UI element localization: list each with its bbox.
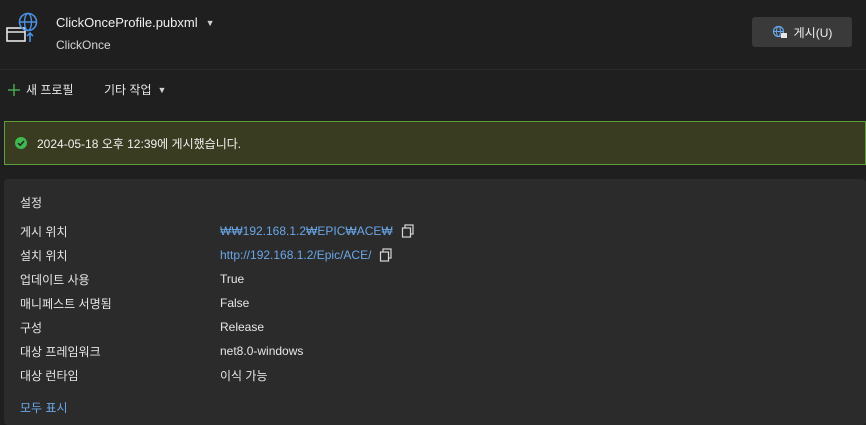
row-value: 이식 가능 — [220, 368, 268, 383]
other-actions-menu[interactable]: 기타 작업 ▼ — [104, 81, 166, 98]
row-label: 설치 위치 — [20, 248, 68, 263]
row-label: 업데이트 사용 — [20, 272, 90, 287]
settings-row-manifest-signed: 매니페스트 서명됨 False — [20, 294, 249, 312]
settings-row-publish-location: 게시 위치 ₩₩192.168.1.2₩EPIC₩ACE₩ — [20, 222, 415, 240]
check-circle-icon — [15, 137, 27, 149]
toolbar: 새 프로필 기타 작업 ▼ — [0, 70, 866, 108]
publish-location-link[interactable]: ₩₩192.168.1.2₩EPIC₩ACE₩ — [220, 224, 393, 238]
publish-globe-icon — [772, 25, 787, 38]
caret-down-icon: ▼ — [205, 17, 215, 28]
install-location-link[interactable]: http://192.168.1.2/Epic/ACE/ — [220, 248, 371, 262]
publish-success-banner: 2024-05-18 오후 12:39에 게시했습니다. — [4, 121, 866, 165]
other-actions-label: 기타 작업 — [104, 83, 152, 97]
show-all-link[interactable]: 모두 표시 — [20, 399, 68, 416]
row-label: 대상 프레임워크 — [20, 344, 101, 359]
row-value: False — [220, 296, 250, 310]
row-value: True — [220, 272, 245, 286]
profile-header: ClickOnceProfile.pubxml ▼ ClickOnce 게시(U… — [0, 0, 866, 70]
profile-name-label: ClickOnceProfile.pubxml — [56, 15, 198, 30]
row-value: http://192.168.1.2/Epic/ACE/ — [220, 248, 393, 262]
row-label: 게시 위치 — [20, 224, 68, 239]
new-profile-label: 새 프로필 — [26, 83, 74, 97]
row-label: 대상 런타임 — [20, 368, 79, 383]
row-value: ₩₩192.168.1.2₩EPIC₩ACE₩ — [220, 224, 415, 238]
profile-selector[interactable]: ClickOnceProfile.pubxml ▼ — [56, 15, 215, 30]
new-profile-button[interactable]: 새 프로필 — [8, 81, 74, 98]
row-value: net8.0-windows — [220, 344, 304, 358]
settings-row-target-runtime: 대상 런타임 이식 가능 — [20, 366, 268, 384]
row-label: 매니페스트 서명됨 — [20, 296, 112, 311]
profile-type-label: ClickOnce — [56, 38, 111, 52]
row-value: Release — [220, 320, 265, 334]
publish-button-label: 게시(U) — [793, 25, 833, 40]
banner-message: 2024-05-18 오후 12:39에 게시했습니다. — [37, 136, 242, 151]
settings-row-install-location: 설치 위치 http://192.168.1.2/Epic/ACE/ — [20, 246, 393, 264]
copy-icon[interactable] — [379, 248, 393, 262]
settings-row-target-framework: 대상 프레임워크 net8.0-windows — [20, 342, 303, 360]
settings-row-configuration: 구성 Release — [20, 318, 264, 336]
caret-down-icon: ▼ — [157, 84, 167, 95]
copy-icon[interactable] — [401, 224, 415, 238]
plus-icon — [8, 83, 20, 96]
globe-window-icon — [6, 12, 38, 42]
settings-row-update-enabled: 업데이트 사용 True — [20, 270, 244, 288]
row-label: 구성 — [20, 320, 43, 335]
settings-title: 설정 — [20, 196, 43, 210]
publish-button[interactable]: 게시(U) — [752, 17, 852, 47]
settings-panel: 설정 게시 위치 ₩₩192.168.1.2₩EPIC₩ACE₩ 설치 위치 h… — [4, 179, 866, 425]
